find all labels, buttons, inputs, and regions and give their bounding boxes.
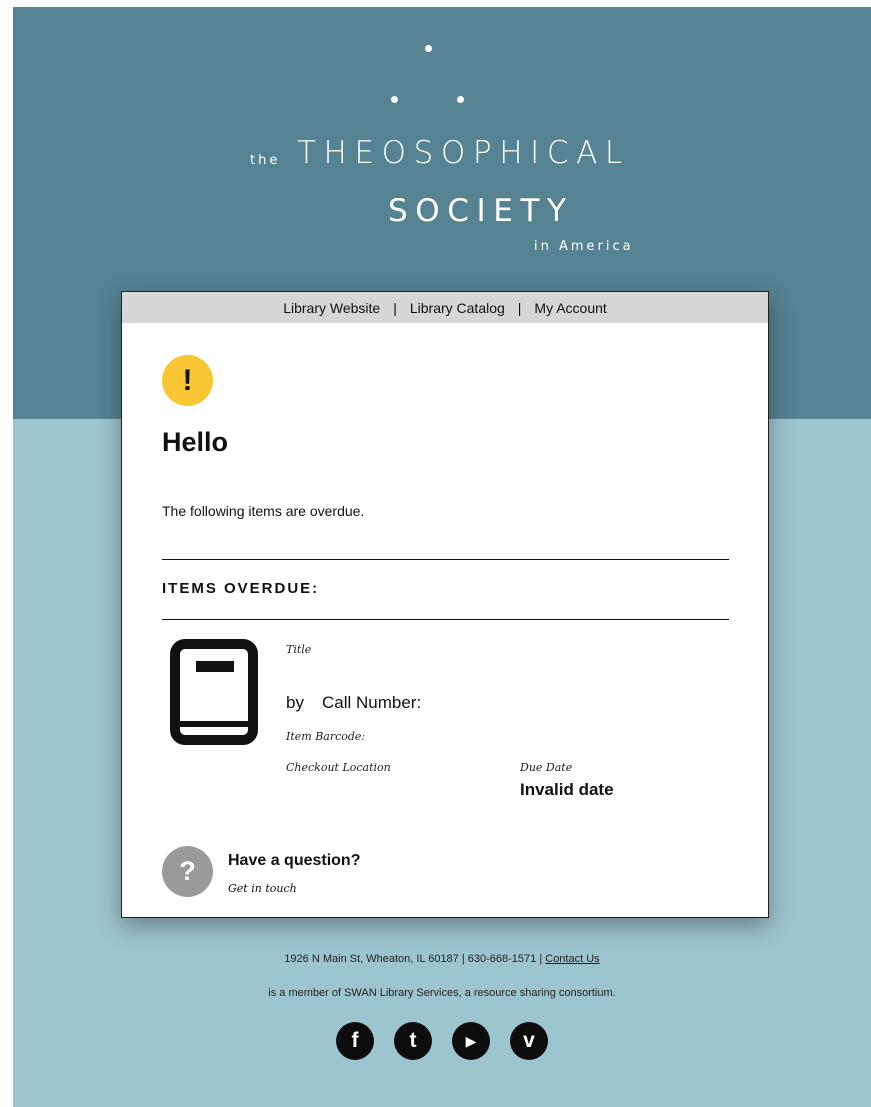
footer-address: 1926 N Main St, Wheaton, IL 60187 | 630-… — [13, 953, 871, 965]
nav-separator: | — [517, 299, 522, 316]
intro-text: The following items are overdue. — [162, 503, 365, 519]
due-date-label: Due Date — [520, 761, 573, 774]
logo-society: SOCIETY — [388, 193, 574, 229]
alert-icon: ! — [162, 355, 213, 406]
question-title: Have a question? — [228, 852, 361, 869]
logo-theosophical: THEOSOPHICAL — [297, 135, 630, 171]
nav-separator: | — [393, 299, 397, 316]
email-background: the THEOSOPHICAL SOCIETY in America Libr… — [13, 7, 871, 1107]
item-by-label: by — [286, 693, 304, 712]
twitter-icon[interactable]: t — [394, 1022, 432, 1060]
vimeo-icon[interactable]: v — [510, 1022, 548, 1060]
logo-the: the — [250, 153, 281, 168]
nav-my-account[interactable]: My Account — [534, 300, 606, 316]
get-in-touch-link[interactable]: Get in touch — [228, 882, 297, 895]
item-title-label: Title — [286, 643, 312, 656]
nav-library-catalog[interactable]: Library Catalog — [410, 300, 505, 316]
logo-in-america: in America — [534, 239, 634, 254]
checkout-location-label: Checkout Location — [286, 761, 391, 774]
youtube-icon[interactable]: ▶ — [452, 1022, 490, 1060]
item-author-line: by Call Number: — [286, 693, 421, 713]
item-call-number-label: Call Number: — [321, 693, 422, 712]
nav-bar: Library Website | Library Catalog | My A… — [122, 292, 768, 323]
question-icon: ? — [162, 846, 213, 897]
logo-dot-top — [425, 45, 432, 52]
logo-dot-left — [391, 96, 398, 103]
contact-us-link[interactable]: Contact Us — [545, 953, 599, 965]
social-links: f t ▶ v — [13, 1022, 871, 1060]
book-icon — [170, 639, 258, 745]
greeting: Hello — [162, 427, 229, 457]
facebook-icon[interactable]: f — [336, 1022, 374, 1060]
divider-bottom — [162, 619, 729, 620]
due-date-value: Invalid date — [520, 780, 614, 799]
notice-card: Library Website | Library Catalog | My A… — [121, 291, 769, 918]
logo-dot-right — [457, 96, 464, 103]
item-barcode-label: Item Barcode: — [286, 730, 366, 743]
nav-library-website[interactable]: Library Website — [283, 300, 380, 316]
footer-membership: is a member of SWAN Library Services, a … — [268, 987, 616, 999]
divider-top — [162, 559, 729, 560]
address-text: 1926 N Main St, Wheaton, IL 60187 | 630-… — [284, 953, 543, 965]
section-title: ITEMS OVERDUE: — [162, 580, 320, 597]
